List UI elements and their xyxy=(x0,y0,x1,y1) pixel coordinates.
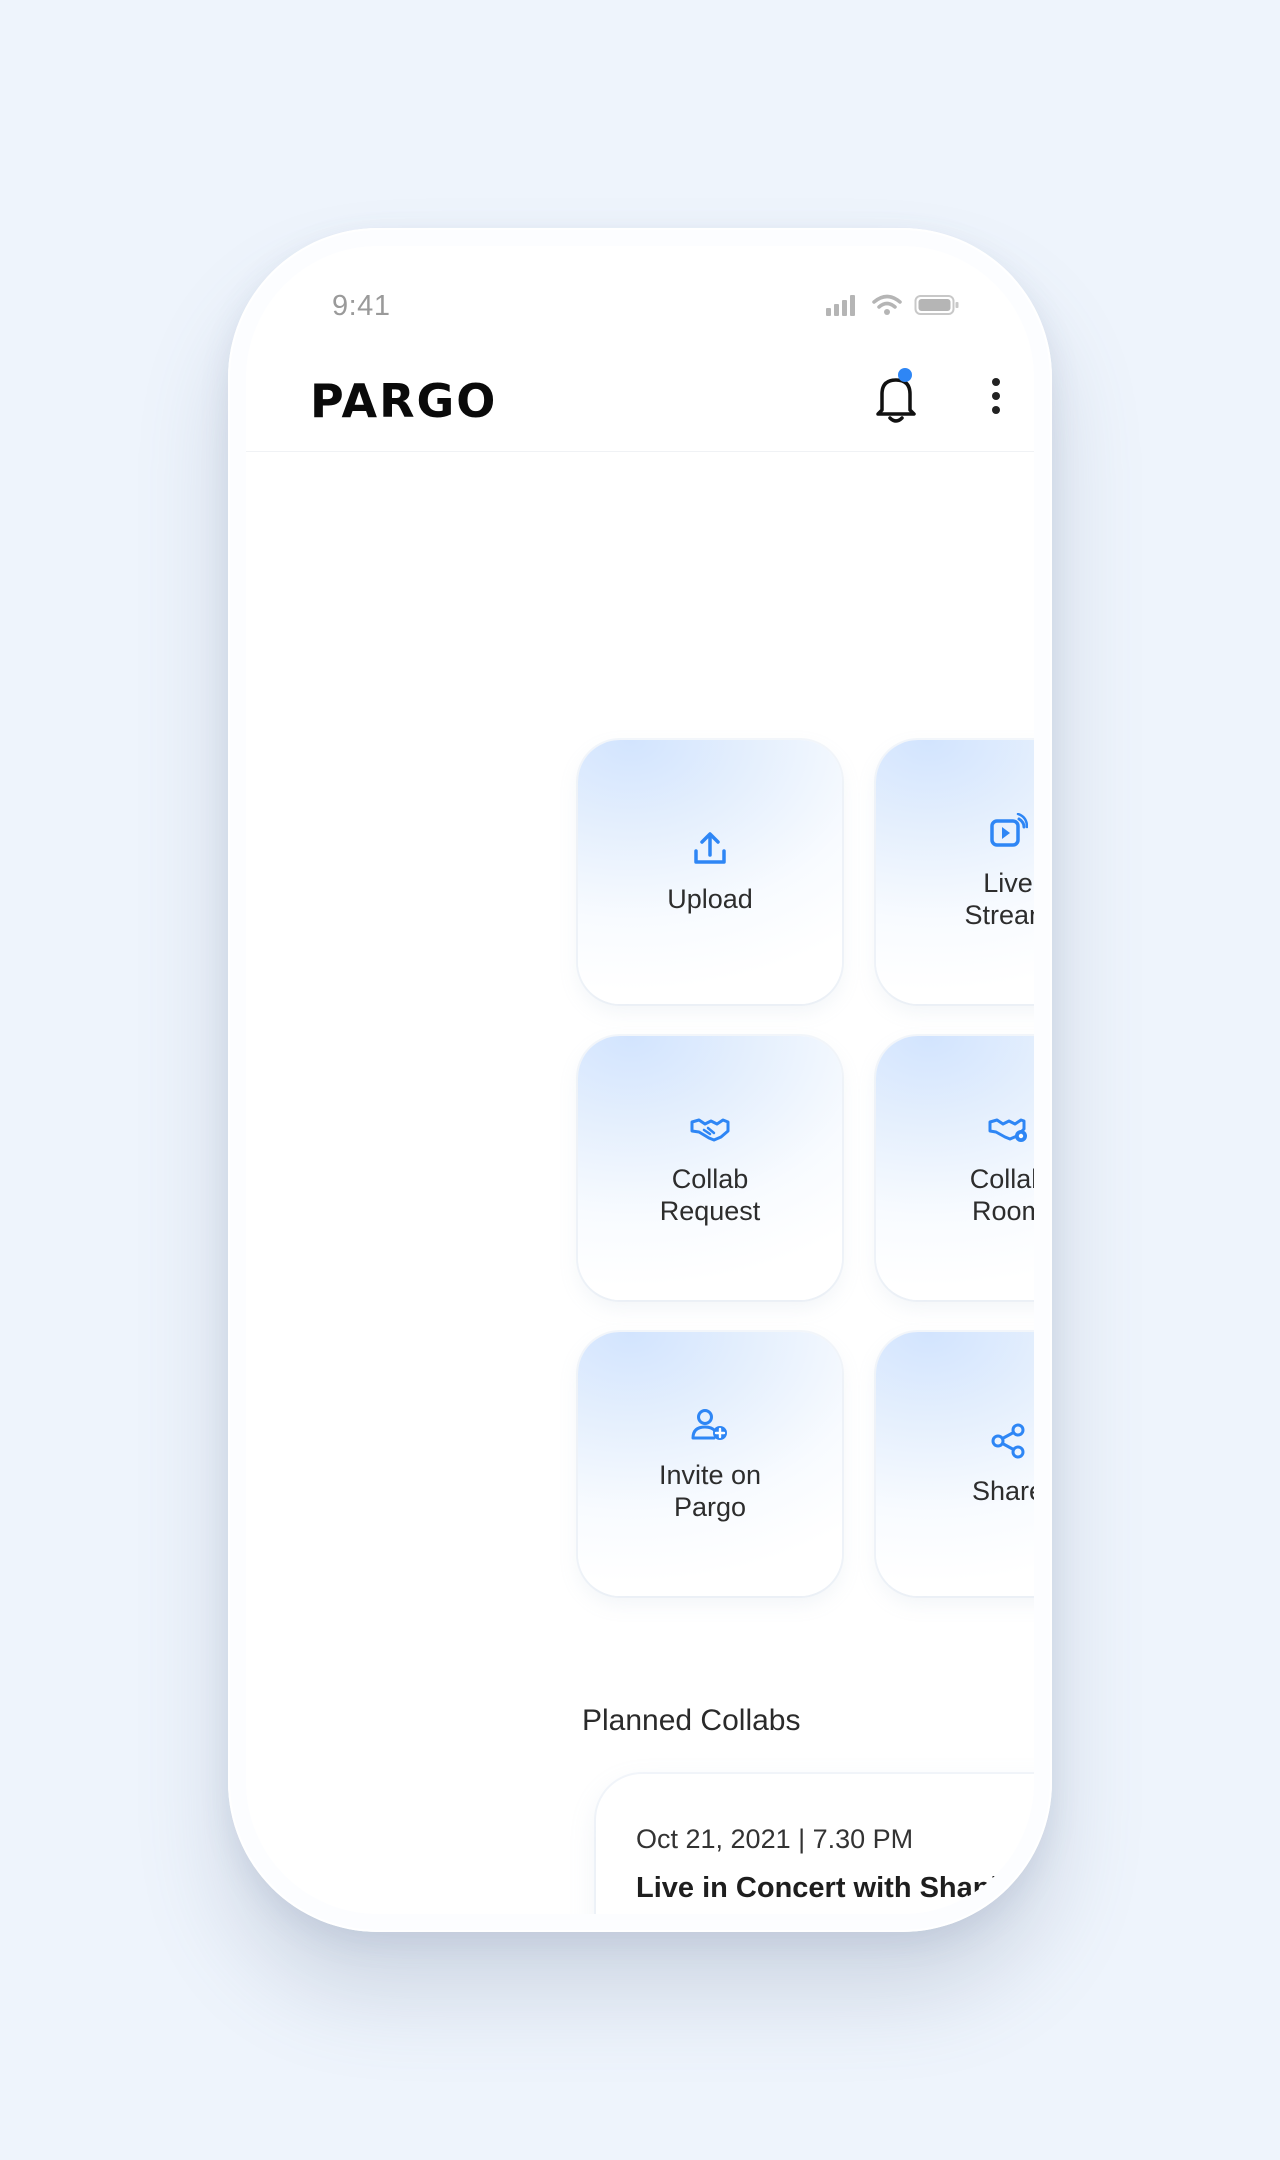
collab-title: Live in Concert with Shankar... xyxy=(636,1872,1034,1904)
app-header: PARGO xyxy=(246,336,1034,452)
screen: 9:41 PARGO Upload Live Strea Collab Requ… xyxy=(246,246,1034,1914)
status-icons xyxy=(826,294,960,316)
invite-tile[interactable]: Invite on Pargo xyxy=(578,1332,842,1596)
collab-room-tile[interactable]: Collab Room xyxy=(876,1036,1034,1300)
tile-label: Collab Request xyxy=(659,1164,761,1226)
share-icon xyxy=(991,1423,1025,1459)
phone-frame: 9:41 PARGO Upload Live Strea Collab Requ… xyxy=(228,228,1052,1932)
collab-date: Oct 21, 2021 | 7.30 PM xyxy=(636,1824,914,1854)
upload-icon xyxy=(694,832,726,864)
tile-label: Share xyxy=(971,1476,1034,1506)
signal-icon xyxy=(826,295,855,316)
notification-bell-icon[interactable] xyxy=(872,372,920,424)
add-user-icon xyxy=(691,1409,727,1440)
share-tile[interactable]: Share xyxy=(876,1332,1034,1596)
collab-card[interactable]: Oct 21, 2021 | 7.30 PM Live in Concert w… xyxy=(596,1774,1034,1914)
live-stream-tile[interactable]: Live Stream xyxy=(876,740,1034,1004)
status-time: 9:41 xyxy=(332,290,391,322)
tile-label: Invite on Pargo xyxy=(658,1460,762,1522)
tile-label: Collab Room xyxy=(969,1164,1034,1226)
section-title: Planned Collabs xyxy=(582,1704,801,1737)
more-options-icon[interactable] xyxy=(986,376,1006,416)
tile-label: Upload xyxy=(667,884,753,914)
battery-icon xyxy=(914,295,959,315)
pargo-logo: PARGO xyxy=(310,374,498,428)
handshake-icon xyxy=(690,1118,730,1142)
collab-request-tile[interactable]: Collab Request xyxy=(578,1036,842,1300)
upload-tile[interactable]: Upload xyxy=(578,740,842,1004)
live-stream-icon xyxy=(990,813,1028,847)
notification-dot xyxy=(898,368,912,382)
tile-label: Live Stream xyxy=(964,868,1034,930)
handshake-settings-icon xyxy=(988,1118,1027,1142)
wifi-icon xyxy=(872,294,902,315)
